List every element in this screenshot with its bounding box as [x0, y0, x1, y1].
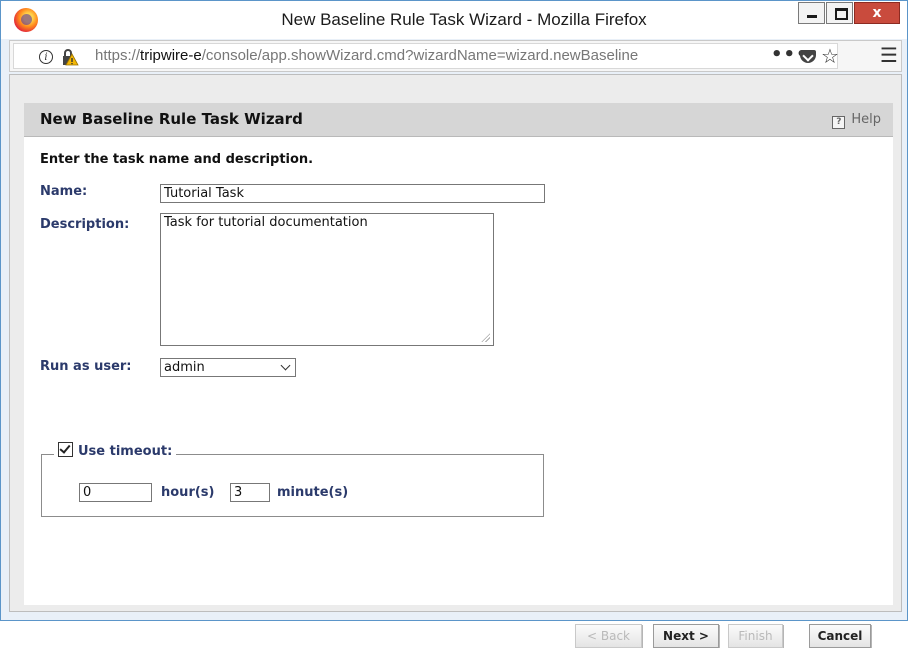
window-title: New Baseline Rule Task Wizard - Mozilla … [281, 10, 647, 29]
hamburger-menu-icon[interactable]: ☰ [880, 41, 898, 71]
finish-button[interactable]: Finish [728, 624, 783, 648]
instruction-text: Enter the task name and description. [40, 152, 314, 167]
url-path: /console/app.showWizard.cmd?wizardName=w… [201, 47, 639, 64]
run-as-user-select[interactable]: admin [160, 358, 296, 377]
navigation-toolbar: i https://tripwire-e/console/app.showWiz… [9, 40, 902, 72]
hours-label: hour(s) [161, 485, 215, 500]
cancel-button[interactable]: Cancel [809, 624, 871, 648]
next-button[interactable]: Next > [653, 624, 719, 648]
run-as-user-label: Run as user: [40, 359, 132, 374]
name-field[interactable]: Tutorial Task [160, 184, 545, 203]
insecure-lock-icon[interactable] [61, 49, 79, 66]
address-bar[interactable]: i https://tripwire-e/console/app.showWiz… [13, 43, 839, 69]
info-icon[interactable]: i [39, 50, 53, 64]
url-scheme: https:// [95, 47, 141, 64]
name-label: Name: [40, 184, 88, 199]
help-link[interactable]: ? Help [832, 103, 881, 136]
description-label: Description: [40, 217, 130, 232]
resize-handle-icon[interactable] [481, 333, 490, 342]
back-button[interactable]: < Back [575, 624, 642, 648]
maximize-button[interactable] [826, 2, 853, 24]
use-timeout-label: Use timeout: [78, 444, 173, 459]
use-timeout-checkbox[interactable] [58, 442, 73, 457]
minimize-button[interactable] [798, 2, 825, 24]
wizard-body: Enter the task name and description. Nam… [24, 137, 893, 648]
url-fade [714, 44, 759, 68]
browser-window: New Baseline Rule Task Wizard - Mozilla … [0, 0, 908, 648]
hours-input[interactable]: 0 [79, 483, 152, 502]
title-bar: New Baseline Rule Task Wizard - Mozilla … [1, 1, 907, 39]
bookmark-star-icon[interactable]: ☆ [821, 45, 839, 67]
description-field[interactable]: Task for tutorial documentation [160, 213, 494, 346]
help-icon: ? [832, 116, 846, 129]
url-host: tripwire-e [140, 47, 202, 64]
close-window-button[interactable]: x [854, 2, 900, 24]
pocket-icon[interactable] [800, 50, 816, 63]
minutes-label: minute(s) [277, 485, 349, 500]
minimize-icon [807, 15, 817, 18]
wizard-header: New Baseline Rule Task Wizard ? Help [24, 103, 893, 137]
url-text[interactable]: https://tripwire-e/console/app.showWizar… [95, 44, 755, 68]
maximize-icon [835, 8, 848, 20]
help-label: Help [851, 112, 881, 127]
chevron-down-icon [280, 360, 291, 371]
use-timeout-legend: Use timeout: [54, 440, 177, 462]
page-content: New Baseline Rule Task Wizard ? Help Ente… [9, 74, 902, 648]
description-text: Task for tutorial documentation [164, 215, 368, 230]
wizard-title: New Baseline Rule Task Wizard [40, 110, 303, 128]
minutes-input[interactable]: 3 [230, 483, 270, 502]
close-icon: x [872, 5, 882, 21]
run-as-user-value: admin [164, 360, 205, 375]
